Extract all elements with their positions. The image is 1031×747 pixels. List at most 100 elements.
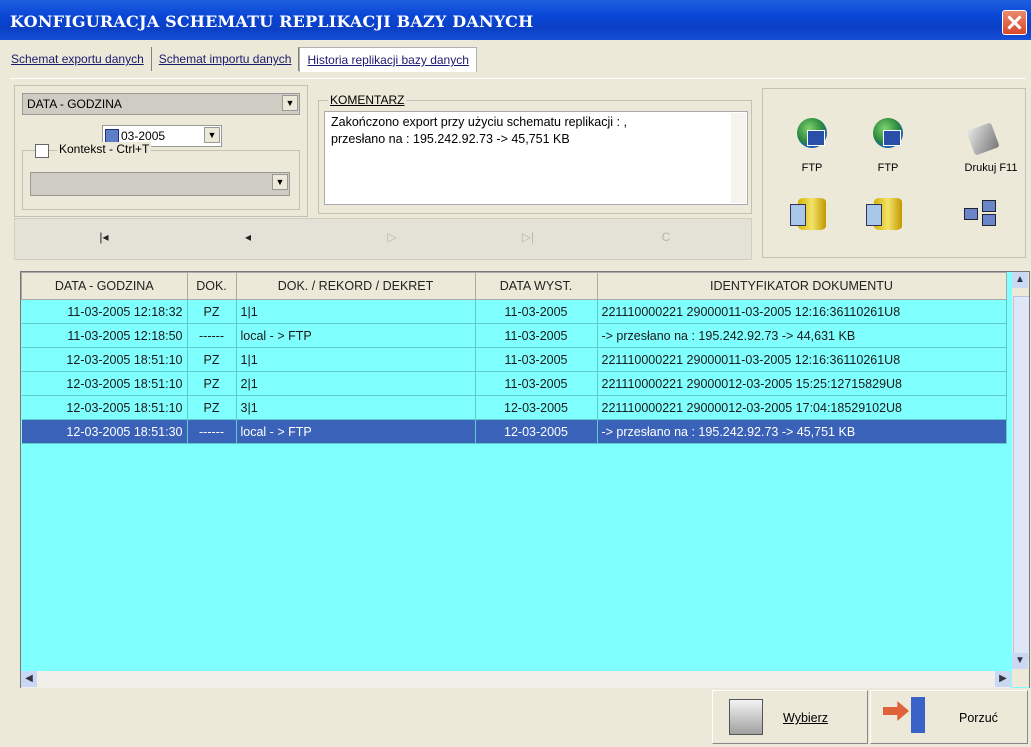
context-select[interactable]: ▼	[30, 172, 290, 196]
table-row[interactable]: 12-03-2005 18:51:10 PZ 3|1 12-03-2005 221110…	[21, 395, 1007, 420]
select-label: Wybierz	[783, 711, 829, 725]
comment-textarea[interactable]: Zakończono export przy użyciu schematu r…	[324, 111, 748, 205]
calendar-icon	[105, 129, 119, 143]
history-table: DATA - GODZINA DOK. DOK. / REKORD / DEKR…	[21, 272, 1007, 444]
exit-arrow-icon	[883, 701, 909, 721]
comment-scrollbar[interactable]	[731, 113, 746, 203]
table-cell: 221110000221 29000012-03-2005 15:25:1271…	[597, 371, 1007, 396]
table-cell: ------	[187, 323, 237, 348]
col-header-doc-id[interactable]: IDENTYFIKATOR DOKUMENTU	[596, 272, 1007, 300]
print-button[interactable]: Drukuj F11	[952, 98, 1030, 178]
ftp-label-2: FTP	[877, 162, 899, 174]
database-icon	[866, 198, 902, 230]
door-icon	[911, 697, 925, 733]
scroll-up-icon[interactable]: ▲	[1012, 272, 1028, 288]
network-icon	[964, 200, 998, 226]
chevron-down-icon[interactable]: ▼	[204, 127, 220, 143]
grid-vertical-scrollbar[interactable]: ▲ ▼	[1012, 272, 1029, 687]
table-cell: local - > FTP	[236, 323, 476, 348]
table-cell: 11-03-2005	[475, 299, 598, 324]
ftp-button-1[interactable]: FTP	[782, 98, 842, 178]
table-cell: local - > FTP	[236, 419, 476, 444]
tab-strip: Schemat exportu danych Schemat importu d…	[4, 47, 477, 72]
table-row[interactable]: 12-03-2005 18:51:10 PZ 1|1 11-03-2005 221110…	[21, 347, 1007, 372]
computer-icon	[883, 130, 901, 146]
table-row[interactable]: 12-03-2005 18:51:30 ------ local - > FTP 12…	[21, 419, 1007, 444]
table-row[interactable]: 11-03-2005 12:18:50 ------ local - > FTP 11…	[21, 323, 1007, 348]
table-cell: 11-03-2005 12:18:32	[21, 299, 188, 324]
chevron-down-icon[interactable]: ▼	[272, 174, 288, 190]
comment-line-1: Zakończono export przy użyciu schematu r…	[331, 115, 627, 129]
db-import-button[interactable]	[858, 186, 918, 246]
table-cell: 11-03-2005	[475, 347, 598, 372]
scroll-right-icon[interactable]: ▶	[995, 671, 1011, 687]
table-cell: -> przesłano na : 195.242.92.73 -> 44,63…	[597, 323, 1007, 348]
printer-icon	[966, 122, 1000, 156]
table-cell: ------	[187, 419, 237, 444]
grid-horizontal-scrollbar[interactable]: ◀ ▶	[21, 671, 1011, 688]
col-header-record[interactable]: DOK. / REKORD / DEKRET	[235, 272, 476, 300]
date-value: 03-2005	[121, 129, 166, 143]
window-title: KONFIGURACJA SCHEMATU REPLIKACJI BAZY DA…	[10, 12, 534, 31]
last-record-button[interactable]: ▷|	[518, 230, 538, 244]
table-cell: -> przesłano na : 195.242.92.73 -> 45,75…	[597, 419, 1007, 444]
network-button[interactable]	[950, 186, 1010, 246]
table-cell: PZ	[187, 299, 237, 324]
table-cell: 12-03-2005 18:51:10	[21, 347, 188, 372]
cancel-label: Porzuć	[959, 711, 998, 725]
field-select[interactable]: DATA - GODZINA ▼	[22, 93, 300, 115]
col-header-datetime[interactable]: DATA - GODZINA	[21, 272, 188, 300]
tab-replication-history[interactable]: Historia replikacji bazy danych	[299, 47, 477, 72]
prev-record-button[interactable]: ◂	[238, 230, 258, 244]
field-select-value: DATA - GODZINA	[27, 97, 122, 111]
scroll-down-icon[interactable]: ▼	[1012, 653, 1028, 669]
table-cell: 12-03-2005 18:51:10	[21, 371, 188, 396]
computer-icon	[807, 130, 825, 146]
comment-label: KOMENTARZ	[328, 93, 407, 107]
chevron-down-icon[interactable]: ▼	[282, 95, 298, 111]
table-cell: 2|1	[236, 371, 476, 396]
first-record-button[interactable]: |◂	[94, 230, 114, 244]
scroll-left-icon[interactable]: ◀	[21, 671, 37, 687]
tab-export-schema[interactable]: Schemat exportu danych	[4, 47, 152, 71]
ftp-label-1: FTP	[801, 162, 823, 174]
table-cell: 12-03-2005	[475, 395, 598, 420]
window: KONFIGURACJA SCHEMATU REPLIKACJI BAZY DA…	[0, 0, 1031, 747]
db-export-button[interactable]	[782, 186, 842, 246]
table-cell: 221110000221 29000012-03-2005 17:04:1852…	[597, 395, 1007, 420]
comment-line-2: przesłano na : 195.242.92.73 -> 45,751 K…	[331, 132, 570, 146]
printer-select-icon	[729, 699, 763, 735]
select-button[interactable]: Wybierz	[712, 690, 868, 744]
table-cell: PZ	[187, 371, 237, 396]
context-label: Kontekst - Ctrl+T	[57, 142, 152, 156]
table-cell: 12-03-2005	[475, 419, 598, 444]
table-cell: 11-03-2005	[475, 323, 598, 348]
database-icon	[790, 198, 826, 230]
table-cell: PZ	[187, 395, 237, 420]
table-cell: 221110000221 29000011-03-2005 12:16:3611…	[597, 299, 1007, 324]
table-cell: 221110000221 29000011-03-2005 12:16:3611…	[597, 347, 1007, 372]
tab-import-schema[interactable]: Schemat importu danych	[152, 47, 300, 71]
next-record-button[interactable]: ▷	[382, 230, 402, 244]
col-header-doc[interactable]: DOK.	[186, 272, 237, 300]
title-bar: KONFIGURACJA SCHEMATU REPLIKACJI BAZY DA…	[0, 0, 1031, 40]
context-checkbox[interactable]	[35, 144, 49, 158]
print-label: Drukuj F11	[964, 162, 1018, 174]
table-cell: 3|1	[236, 395, 476, 420]
table-cell: 1|1	[236, 347, 476, 372]
table-cell: 1|1	[236, 299, 476, 324]
refresh-button[interactable]: C	[656, 230, 676, 244]
table-row[interactable]: 11-03-2005 12:18:32 PZ 1|1 11-03-2005 221110…	[21, 299, 1007, 324]
table-row[interactable]: 12-03-2005 18:51:10 PZ 2|1 11-03-2005 221110…	[21, 371, 1007, 396]
scroll-thumb[interactable]	[1013, 296, 1029, 658]
history-grid[interactable]: DATA - GODZINA DOK. DOK. / REKORD / DEKR…	[20, 271, 1030, 689]
cancel-button[interactable]: Porzuć	[870, 690, 1028, 744]
table-cell: 12-03-2005 18:51:30	[21, 419, 188, 444]
table-cell: 12-03-2005 18:51:10	[21, 395, 188, 420]
table-cell: 11-03-2005	[475, 371, 598, 396]
close-icon[interactable]	[1002, 10, 1027, 35]
table-cell: 11-03-2005 12:18:50	[21, 323, 188, 348]
table-cell: PZ	[187, 347, 237, 372]
ftp-button-2[interactable]: FTP	[858, 98, 918, 178]
col-header-issue-date[interactable]: DATA WYST.	[474, 272, 598, 300]
